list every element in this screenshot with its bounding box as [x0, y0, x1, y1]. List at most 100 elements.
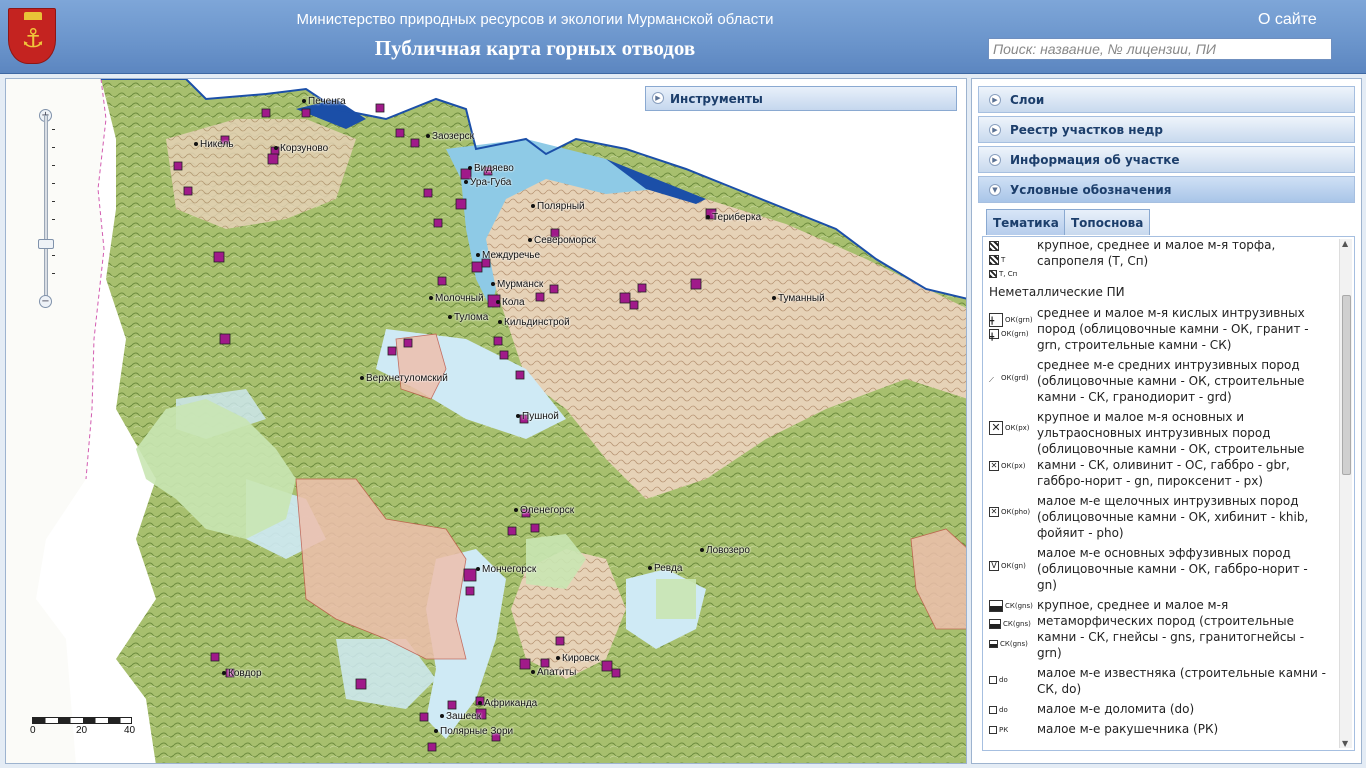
accordion-label: Условные обозначения — [1010, 183, 1172, 197]
city-label: Ковдор — [222, 668, 262, 679]
legend-item: ✕ ОК(pho) малое м-е щелочных интрузивных … — [983, 493, 1333, 545]
city-label: Ревда — [648, 563, 682, 574]
crown-icon — [24, 12, 42, 20]
zoom-tick — [52, 129, 55, 130]
page-title: Публичная карта горных отводов — [374, 36, 696, 60]
about-link[interactable]: О сайте — [1258, 11, 1317, 29]
metamorphic-symbol-icon: СК(gns) СК(gns) СК(gns) — [989, 599, 1037, 651]
side-panel: ▶ Слои ▶ Реестр участков недр ▶ Информац… — [971, 78, 1362, 764]
zoom-slider[interactable] — [44, 115, 48, 301]
ministry-title: Министерство природных ресурсов и эколог… — [296, 11, 774, 28]
legend-item: РК малое м-е ракушечника (РК) — [983, 721, 1333, 741]
scroll-down-icon[interactable]: ▼ — [1342, 739, 1348, 748]
search-input[interactable] — [988, 38, 1332, 60]
map-canvas[interactable]: Печенга Никель Корзуново Заозерск Видяев… — [5, 78, 967, 764]
scale-label: 0 — [30, 725, 36, 736]
city-label: Зашеек — [440, 711, 481, 722]
city-label: Печенга — [302, 96, 346, 107]
legend-text: крупное и малое м-я основных и ультраосн… — [1037, 410, 1305, 488]
zoom-tick — [52, 273, 55, 274]
scroll-up-icon[interactable]: ▲ — [1342, 239, 1348, 248]
city-label: Пушной — [516, 411, 559, 422]
city-label: Молочный — [429, 293, 484, 304]
legend-item: do малое м-е доломита (do) — [983, 701, 1333, 721]
coat-of-arms-logo: ⚓ — [8, 8, 56, 64]
shell-rock-symbol-icon: РК — [989, 723, 1037, 737]
accordion-layers[interactable]: ▶ Слои — [978, 86, 1355, 113]
medium-intrusive-symbol-icon: ⟋ ОК(grd) — [989, 374, 1029, 384]
legend-text: крупное, среднее и малое м-я торфа, сапр… — [1037, 238, 1276, 268]
legend-section-title: Неметаллические ПИ — [989, 285, 1125, 299]
legend-text: малое м-е известняка (строительные камни… — [1037, 666, 1327, 696]
scale-bar — [32, 717, 132, 724]
header: ⚓ Министерство природных ресурсов и экол… — [0, 0, 1366, 74]
legend-text: малое м-е ракушечника (РК) — [1037, 722, 1219, 736]
city-label: Мончегорск — [476, 564, 536, 575]
peat-symbol-icon: Т Т, Сп — [989, 239, 1037, 281]
acidic-intrusive-symbol-icon: ╋ ОК(grn) ╋ ОК(grn) — [989, 307, 1037, 341]
scroll-thumb[interactable] — [1342, 295, 1351, 475]
city-label: Ловозеро — [700, 545, 750, 556]
city-label: Мурманск — [491, 279, 543, 290]
legend-item: ╋ ОК(grn) ╋ ОК(grn) среднее и малое м-я ки… — [983, 305, 1333, 357]
city-label: Туманный — [772, 293, 825, 304]
city-label: Кильдинстрой — [498, 317, 570, 328]
city-label: Никель — [194, 139, 234, 150]
accordion-legend[interactable]: ▼ Условные обозначения — [978, 176, 1355, 203]
legend-text: среднее м-е средних интрузивных пород (о… — [1037, 358, 1305, 404]
city-label: Ура-Губа — [464, 177, 511, 188]
effusive-symbol-icon: V ОК(gn) — [989, 547, 1037, 573]
legend-item: do малое м-е известняка (строительные ка… — [983, 665, 1333, 701]
city-label: Апатиты — [531, 667, 576, 678]
zoom-tick — [52, 147, 55, 148]
zoom-tick — [52, 201, 55, 202]
legend-item: ⟋ ОК(grd) среднее м-е средних интрузивных… — [983, 357, 1333, 409]
zoom-tick — [52, 219, 55, 220]
accordion-label: Реестр участков недр — [1010, 123, 1164, 137]
anchor-icon: ⚓ — [21, 24, 45, 54]
tools-label: Инструменты — [670, 92, 763, 106]
accordion-label: Информация об участке — [1010, 153, 1180, 167]
dolomite-symbol-icon: do — [989, 703, 1037, 717]
expand-arrow-icon: ▶ — [989, 94, 1001, 106]
accordion-site-info[interactable]: ▶ Информация об участке — [978, 146, 1355, 173]
legend-item: V ОК(gn) малое м-е основных эффузивных по… — [983, 545, 1333, 597]
legend-text: малое м-е доломита (do) — [1037, 702, 1195, 716]
city-label: Североморск — [528, 235, 596, 246]
city-label: Кола — [496, 297, 525, 308]
collapse-arrow-icon: ▼ — [989, 184, 1001, 196]
alkaline-intrusive-symbol-icon: ✕ ОК(pho) — [989, 507, 1031, 517]
zoom-tick — [52, 183, 55, 184]
legend-item: СК(gns) СК(gns) СК(gns) крупное, среднее… — [983, 597, 1333, 665]
legend-text: малое м-е основных эффузивных пород (обл… — [1037, 546, 1308, 592]
expand-arrow-icon: ▶ — [652, 92, 664, 104]
city-label: Междуречье — [476, 250, 540, 261]
ultrabasic-intrusive-symbol-icon: ✕ ОК(px) ✕ ОК(px) — [989, 421, 1030, 471]
zoom-tick — [52, 255, 55, 256]
scale-label: 20 — [76, 725, 88, 736]
legend-item: Т Т, Сп крупное, среднее и малое м-я тор… — [983, 237, 1333, 283]
city-label: Корзуново — [274, 143, 328, 154]
accordion-registry[interactable]: ▶ Реестр участков недр — [978, 116, 1355, 143]
legend-list[interactable]: Т Т, Сп крупное, среднее и малое м-я тор… — [982, 236, 1355, 751]
legend-item: ✕ ОК(px) ✕ ОК(px) крупное и малое м-я осно… — [983, 409, 1333, 493]
city-label: Верхнетуломский — [360, 373, 448, 384]
zoom-out-button[interactable]: − — [39, 295, 52, 308]
zoom-tick — [52, 165, 55, 166]
city-label: Заозерск — [426, 131, 474, 142]
expand-arrow-icon: ▶ — [989, 124, 1001, 136]
tools-button[interactable]: ▶ Инструменты — [645, 86, 957, 111]
legend-text: среднее и малое м-я кислых интрузивных п… — [1037, 306, 1309, 352]
legend-scrollbar[interactable]: ▲ ▼ — [1339, 239, 1352, 748]
tab-thematic[interactable]: Тематика — [986, 209, 1066, 235]
zoom-thumb[interactable] — [38, 239, 54, 249]
city-label: Териберка — [706, 212, 761, 223]
city-label: Тулома — [448, 312, 488, 323]
legend-text: малое м-е щелочных интрузивных пород (об… — [1037, 494, 1309, 540]
tab-topo[interactable]: Топоснова — [1064, 209, 1151, 235]
limestone-symbol-icon: do — [989, 667, 1037, 687]
expand-arrow-icon: ▶ — [989, 154, 1001, 166]
scale-label: 40 — [124, 725, 136, 736]
city-label: Видяево — [468, 163, 514, 174]
city-label: Оленегорск — [514, 505, 574, 516]
